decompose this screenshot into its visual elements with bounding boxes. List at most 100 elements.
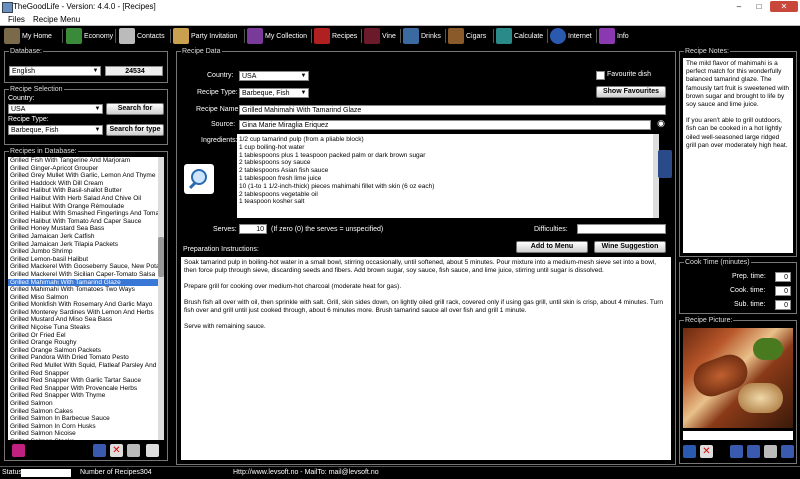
recipe-list-scrollbar[interactable]: [158, 157, 164, 440]
list-item[interactable]: Grilled Salmon Nicoise: [8, 430, 158, 438]
list-item[interactable]: Grilled Halibut With Herb Salad And Chiv…: [8, 195, 158, 203]
menu-files[interactable]: Files: [8, 15, 25, 24]
favourite-checkbox[interactable]: [596, 71, 605, 80]
picture-path-field[interactable]: [683, 431, 793, 440]
ingredients-textbox[interactable]: 1/2 cup tamarind pulp (from a pliable bl…: [237, 134, 653, 218]
list-item[interactable]: Grilled Salmon Steaks: [8, 438, 158, 440]
magnifier-icon[interactable]: [184, 164, 214, 194]
list-item[interactable]: Grilled Jamaican Jerk Tilapia Packets: [8, 241, 158, 249]
list-item[interactable]: Grilled Halibut With Tomato And Caper Sa…: [8, 218, 158, 226]
folder-icon[interactable]: [683, 445, 696, 458]
toolbar-my-home[interactable]: My Home: [4, 27, 52, 45]
add-to-menu-button[interactable]: Add to Menu: [516, 241, 588, 253]
toolbar-info[interactable]: Info: [599, 27, 629, 45]
search-type-button[interactable]: Search for type: [106, 124, 164, 136]
list-item[interactable]: Grilled Ginger-Apricot Grouper: [8, 165, 158, 173]
list-item[interactable]: Grilled Miso Salmon: [8, 294, 158, 302]
cook-time-field[interactable]: 0: [775, 286, 791, 296]
toolbar-party-invitation[interactable]: Party Invitation: [173, 27, 237, 45]
maximize-button[interactable]: □: [750, 1, 768, 12]
chevron-down-icon: ▼: [300, 73, 307, 79]
toolbar-recipes[interactable]: Recipes: [314, 27, 357, 45]
list-item[interactable]: Grilled Fish With Tangerine And Marjoram: [8, 157, 158, 165]
menu-recipe-menu[interactable]: Recipe Menu: [33, 15, 80, 24]
sub-time-field[interactable]: 0: [775, 300, 791, 310]
recipe-book-icon[interactable]: [12, 444, 25, 457]
list-item[interactable]: Grilled Monterey Sardines With Lemon And…: [8, 309, 158, 317]
list-item[interactable]: Grilled Lemon-basil Halibut: [8, 256, 158, 264]
wine-suggestion-button[interactable]: Wine Suggestion: [594, 241, 666, 253]
copy-icon[interactable]: [93, 444, 106, 457]
copy-icon[interactable]: [730, 445, 743, 458]
prep-time-field[interactable]: 0: [775, 272, 791, 282]
toolbar-calculate[interactable]: Calculate: [496, 27, 543, 45]
serves-field[interactable]: 10: [239, 224, 267, 234]
list-item[interactable]: Grilled Niçoise Tuna Steaks: [8, 324, 158, 332]
recipe-data-type-select[interactable]: Barbeque, Fish ▼: [239, 88, 309, 98]
minimize-button[interactable]: –: [730, 1, 748, 12]
paste-icon[interactable]: [747, 445, 760, 458]
list-item[interactable]: Grilled Haddock With Dill Cream: [8, 180, 158, 188]
ingredient-tools-icon[interactable]: [658, 150, 672, 178]
list-item[interactable]: Grilled Orange Salmon Packets: [8, 347, 158, 355]
list-item[interactable]: Grilled Halibut With Orange Rémoulade: [8, 203, 158, 211]
recipe-list[interactable]: Grilled Fish With Tangerine And Marjoram…: [8, 157, 158, 440]
show-favourites-button[interactable]: Show Favourites: [596, 86, 666, 98]
list-item[interactable]: Grilled Salmon Cakes: [8, 408, 158, 416]
close-button[interactable]: ✕: [770, 1, 798, 12]
toolbar-economy[interactable]: Economy: [66, 27, 113, 45]
toolbar-contacts[interactable]: Contacts: [119, 27, 165, 45]
toolbar-my-collection[interactable]: My Collection: [247, 27, 307, 45]
recipe-country-select[interactable]: USA ▼: [239, 71, 309, 81]
list-item[interactable]: Grilled Halibut With Smashed Fingerlings…: [8, 210, 158, 218]
list-item[interactable]: Grilled Mackerel With Sicilian Caper-Tom…: [8, 271, 158, 279]
email-icon[interactable]: [146, 444, 159, 457]
print-icon[interactable]: [781, 445, 794, 458]
recipe-type-select[interactable]: Barbeque, Fish ▼: [8, 125, 103, 135]
cook-time-panel: Cook Time (minutes) Prep. time: 0 Cook. …: [679, 258, 797, 314]
list-item[interactable]: Grilled Mackerel With Gooseberry Sauce, …: [8, 263, 158, 271]
list-item[interactable]: Grilled Red Snapper: [8, 370, 158, 378]
status-url[interactable]: Http://www.levsoft.no - MailTo: mail@lev…: [233, 469, 379, 476]
list-item[interactable]: Grilled Grey Mullet With Garlic, Lemon A…: [8, 172, 158, 180]
language-select[interactable]: English ▼: [9, 66, 101, 76]
recipe-name-field[interactable]: Grilled Mahimahi With Tamarind Glaze: [239, 105, 666, 115]
list-item[interactable]: Grilled Monkfish With Rosemary And Garli…: [8, 301, 158, 309]
toolbar-drinks[interactable]: Drinks: [403, 27, 441, 45]
recipe-notes-textbox[interactable]: The mild flavor of mahimahi is a perfect…: [683, 58, 793, 253]
list-item[interactable]: Grilled Red Snapper With Garlic Tartar S…: [8, 377, 158, 385]
list-item[interactable]: Grilled Mahimahi With Tomatoes Two Ways: [8, 286, 158, 294]
list-item[interactable]: Grilled Red Snapper With Thyme: [8, 392, 158, 400]
list-item[interactable]: Grilled Mustard And Miso Sea Bass: [8, 316, 158, 324]
binoculars-icon[interactable]: ◉: [655, 118, 667, 130]
list-item[interactable]: Grilled Honey Mustard Sea Bass: [8, 225, 158, 233]
list-item[interactable]: Grilled Red Mullet With Squid, Flatleaf …: [8, 362, 158, 370]
list-item[interactable]: Grilled Or Fried Eel: [8, 332, 158, 340]
recipes-in-database-panel: Recipes in Database: Grilled Fish With T…: [4, 147, 168, 461]
serves-note: (If zero (0) the serves = unspecified): [271, 226, 384, 233]
status-bar: Status Number of Recipes: 304 Http://www…: [0, 466, 800, 479]
list-item[interactable]: Grilled Halibut With Basil-shallot Butte…: [8, 187, 158, 195]
delete-icon[interactable]: ✕: [700, 445, 713, 458]
toolbar-vine[interactable]: Vine: [364, 27, 396, 45]
difficulties-field[interactable]: [577, 224, 666, 234]
list-item[interactable]: Grilled Red Snapper With Provencale Herb…: [8, 385, 158, 393]
scrollbar-thumb[interactable]: [158, 237, 164, 277]
list-item[interactable]: Grilled Salmon: [8, 400, 158, 408]
source-field[interactable]: Gina Marie Miraglia Eriquez: [239, 120, 651, 130]
toolbar-cigars[interactable]: Cigars: [448, 27, 486, 45]
list-item[interactable]: Grilled Salmon In Corn Husks: [8, 423, 158, 431]
list-item[interactable]: Grilled Salmon In Barbecue Sauce: [8, 415, 158, 423]
list-item[interactable]: Grilled Jamaican Jerk Catfish: [8, 233, 158, 241]
list-item[interactable]: Grilled Pandora With Dried Tomato Pesto: [8, 354, 158, 362]
scan-icon[interactable]: [764, 445, 777, 458]
delete-icon[interactable]: ✕: [110, 444, 123, 457]
list-item[interactable]: Grilled Mahimahi With Tamarind Glaze: [8, 278, 158, 287]
new-document-icon[interactable]: [127, 444, 140, 457]
toolbar-internet[interactable]: Internet: [550, 27, 592, 45]
list-item[interactable]: Grilled Jumbo Shrimp: [8, 248, 158, 256]
preparation-textbox[interactable]: Soak tamarind pulp in boiling-hot water …: [181, 257, 671, 460]
country-select[interactable]: USA ▼: [8, 104, 103, 114]
search-country-button[interactable]: Search for country: [106, 103, 164, 122]
list-item[interactable]: Grilled Orange Roughy: [8, 339, 158, 347]
